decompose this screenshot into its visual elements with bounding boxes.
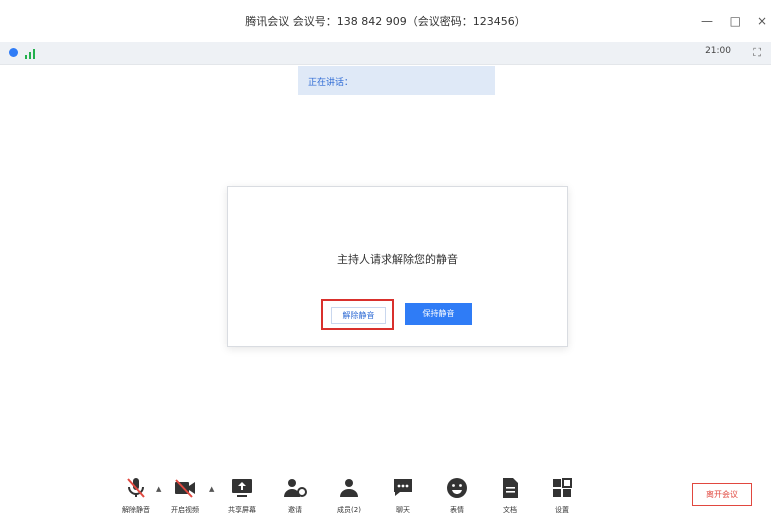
chat-tool[interactable]: 聊天 bbox=[383, 476, 423, 516]
leave-meeting-button[interactable]: 离开会议 bbox=[692, 483, 752, 506]
video-tool[interactable]: 开启视频 bbox=[165, 476, 205, 516]
speaking-banner: 正在讲话： bbox=[298, 66, 495, 95]
tool-label: 共享屏幕 bbox=[228, 506, 256, 514]
fullscreen-icon[interactable]: ⛶ bbox=[753, 46, 761, 60]
minimize-button[interactable]: — bbox=[701, 14, 713, 28]
unmute-button[interactable]: 解除静音 bbox=[331, 307, 386, 324]
members-icon bbox=[340, 479, 358, 497]
settings-icon bbox=[553, 478, 572, 497]
emoji-tool[interactable]: 表情 bbox=[437, 476, 477, 516]
members-tool[interactable]: 成员(2) bbox=[329, 476, 369, 516]
video-options-caret[interactable]: ▲ bbox=[209, 485, 214, 493]
highlight-frame: 解除静音 bbox=[321, 299, 394, 330]
unmute-tool[interactable]: 解除静音 bbox=[116, 476, 156, 516]
meeting-clock: 21:00 bbox=[705, 46, 731, 56]
chat-icon bbox=[394, 479, 412, 496]
tool-label: 文档 bbox=[503, 506, 517, 514]
mic-options-caret[interactable]: ▲ bbox=[156, 485, 161, 493]
settings-tool[interactable]: 设置 bbox=[542, 476, 582, 516]
tool-label: 解除静音 bbox=[122, 506, 150, 514]
invite-icon bbox=[284, 479, 307, 497]
maximize-button[interactable]: □ bbox=[730, 14, 741, 28]
keep-mute-button[interactable]: 保持静音 bbox=[405, 303, 472, 325]
status-strip: 21:00 ⛶ bbox=[0, 42, 771, 65]
tool-label: 聊天 bbox=[396, 506, 410, 514]
network-signal-icon[interactable] bbox=[25, 49, 39, 59]
close-button[interactable]: × bbox=[757, 14, 767, 28]
unmute-request-dialog: 主持人请求解除您的静音 解除静音 保持静音 bbox=[227, 186, 568, 347]
tool-label: 邀请 bbox=[288, 506, 302, 514]
camera-off-icon bbox=[175, 479, 195, 498]
invite-tool[interactable]: 邀请 bbox=[275, 476, 315, 516]
tool-label: 表情 bbox=[450, 506, 464, 514]
tool-label: 成员(2) bbox=[337, 506, 361, 514]
share-screen-tool[interactable]: 共享屏幕 bbox=[222, 476, 262, 516]
window-title: 腾讯会议 会议号：138 842 909（会议密码：123456） bbox=[245, 15, 526, 28]
mic-muted-icon bbox=[127, 478, 145, 498]
title-bar: 腾讯会议 会议号：138 842 909（会议密码：123456） — □ × bbox=[0, 0, 771, 42]
document-icon bbox=[503, 478, 518, 498]
dialog-message: 主持人请求解除您的静音 bbox=[337, 253, 458, 266]
meeting-info-icon[interactable] bbox=[9, 48, 18, 57]
bottom-toolbar: 解除静音 ▲ 开启视频 ▲ 共享屏幕 邀请 成员(2) 聊天 表情 文档 设置 bbox=[0, 470, 771, 518]
document-tool[interactable]: 文档 bbox=[490, 476, 530, 516]
tool-label: 开启视频 bbox=[171, 506, 199, 514]
emoji-icon bbox=[447, 478, 467, 498]
screen-share-icon bbox=[232, 479, 252, 497]
speaking-label: 正在讲话： bbox=[308, 78, 354, 88]
tool-label: 设置 bbox=[555, 506, 569, 514]
